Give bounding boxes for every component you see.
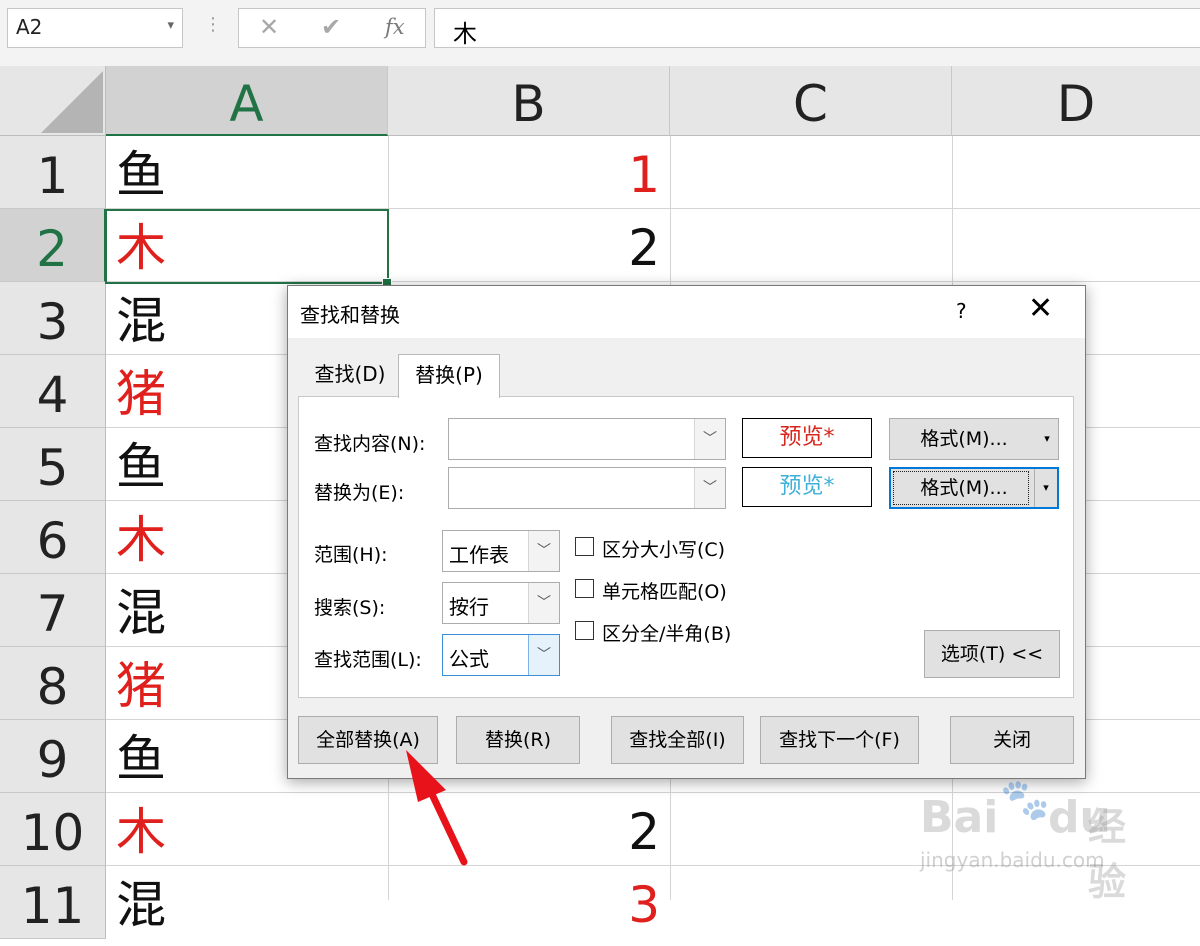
tab-replace[interactable]: 替换(P) <box>398 354 500 398</box>
watermark-url: jingyan.baidu.com <box>920 848 1105 872</box>
watermark-brand: Bai <box>920 792 999 843</box>
paw-icon: 🐾 <box>1000 777 1050 823</box>
annotation-arrow-icon <box>406 750 468 866</box>
baidu-watermark: Bai 🐾 du 经验 jingyan.baidu.com <box>918 777 1158 904</box>
